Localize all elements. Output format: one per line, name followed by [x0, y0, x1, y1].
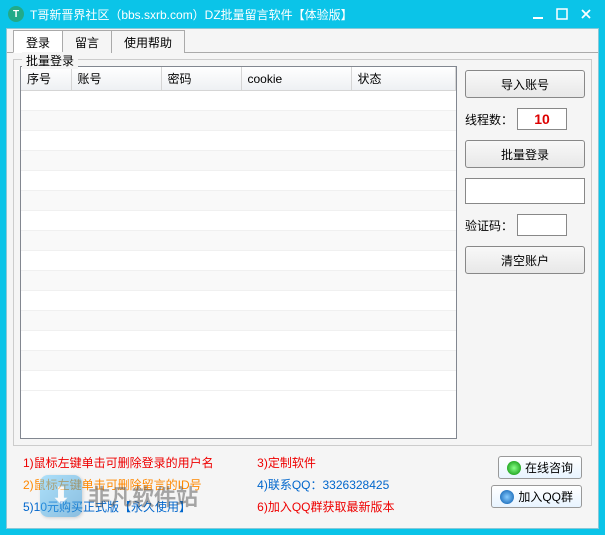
- tip-5: 5)10元购买正式版【永久使用】: [23, 496, 257, 518]
- side-panel: 导入账号 线程数： 批量登录 验证码： 清空账户: [465, 66, 585, 439]
- qq-icon: [500, 490, 514, 504]
- titlebar: T T哥新晋界社区（bbs.sxrb.com）DZ批量留言软件【体验版】: [0, 0, 605, 28]
- tab-help[interactable]: 使用帮助: [111, 30, 185, 53]
- tip-4: 4)联系QQ：3326328425: [257, 474, 491, 496]
- tip-1: 1)鼠标左键单击可删除登录的用户名: [23, 452, 257, 474]
- window-title: T哥新晋界社区（bbs.sxrb.com）DZ批量留言软件【体验版】: [30, 6, 525, 23]
- tab-login[interactable]: 登录: [13, 30, 63, 53]
- threads-input[interactable]: [517, 108, 567, 130]
- join-qq-label: 加入QQ群: [518, 488, 573, 505]
- tab-bar: 登录 留言 使用帮助: [7, 29, 598, 53]
- captcha-image-box: [465, 178, 585, 204]
- col-seq[interactable]: 序号: [21, 67, 71, 91]
- threads-label: 线程数：: [465, 111, 513, 128]
- col-account[interactable]: 账号: [71, 67, 161, 91]
- accounts-table[interactable]: 序号 账号 密码 cookie 状态: [20, 66, 457, 439]
- col-cookie[interactable]: cookie: [241, 67, 351, 91]
- col-password[interactable]: 密码: [161, 67, 241, 91]
- group-title: 批量登录: [22, 52, 78, 69]
- online-consult-button[interactable]: 在线咨询: [498, 456, 582, 479]
- online-icon: [507, 461, 521, 475]
- online-consult-label: 在线咨询: [525, 459, 573, 476]
- join-qq-button[interactable]: 加入QQ群: [491, 485, 582, 508]
- col-status[interactable]: 状态: [351, 67, 456, 91]
- tip-2: 2)鼠标左键单击可删除留言的ID号: [23, 474, 257, 496]
- clear-accounts-button[interactable]: 清空账户: [465, 246, 585, 274]
- captcha-input[interactable]: [517, 214, 567, 236]
- batch-login-button[interactable]: 批量登录: [465, 140, 585, 168]
- tip-3: 3)定制软件: [257, 452, 491, 474]
- maximize-button[interactable]: [551, 6, 573, 22]
- tab-message[interactable]: 留言: [62, 30, 112, 53]
- minimize-button[interactable]: [527, 6, 549, 22]
- close-button[interactable]: [575, 6, 597, 22]
- batch-login-group: 批量登录 序号 账号 密码 cookie 状态: [13, 59, 592, 446]
- footer: 1)鼠标左键单击可删除登录的用户名 2)鼠标左键单击可删除留言的ID号 5)10…: [13, 446, 592, 522]
- tip-6: 6)加入QQ群获取最新版本: [257, 496, 491, 518]
- captcha-label: 验证码：: [465, 217, 513, 234]
- import-accounts-button[interactable]: 导入账号: [465, 70, 585, 98]
- app-icon: T: [8, 6, 24, 22]
